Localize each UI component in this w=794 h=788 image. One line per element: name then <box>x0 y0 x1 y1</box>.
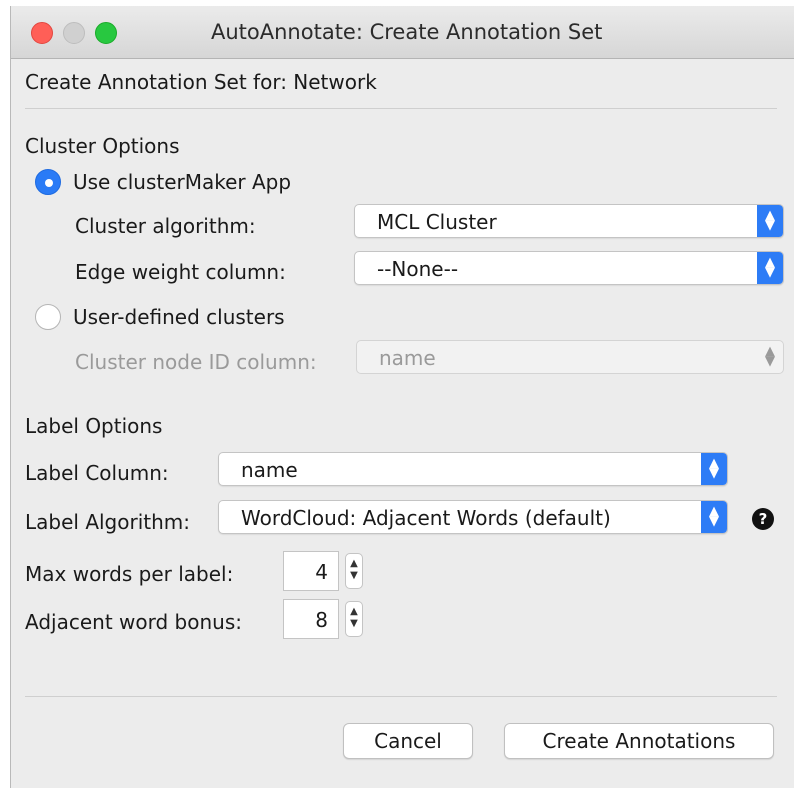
zoom-window-button[interactable] <box>95 22 117 44</box>
up-down-chevron-icon: ▲ ▼ <box>757 205 783 237</box>
cancel-button[interactable]: Cancel <box>343 723 473 759</box>
use-clustermaker-radio[interactable] <box>35 169 61 195</box>
max-words-input[interactable]: 4 <box>283 551 339 591</box>
cluster-algorithm-value: MCL Cluster <box>377 210 497 234</box>
max-words-value: 4 <box>315 560 328 584</box>
up-down-chevron-icon: ▲ ▼ <box>701 453 727 485</box>
minimize-window-button[interactable] <box>63 22 85 44</box>
label-algorithm-label: Label Algorithm: <box>25 510 190 534</box>
label-algorithm-value: WordCloud: Adjacent Words (default) <box>241 506 611 530</box>
edge-weight-label: Edge weight column: <box>75 260 286 284</box>
cluster-algorithm-label: Cluster algorithm: <box>75 214 256 238</box>
dialog-window: AutoAnnotate: Create Annotation Set Crea… <box>10 6 794 788</box>
label-options-heading: Label Options <box>25 414 163 438</box>
user-defined-clusters-label[interactable]: User-defined clusters <box>73 305 285 329</box>
up-down-chevron-icon: ▲ ▼ <box>701 501 727 533</box>
close-window-button[interactable] <box>31 22 53 44</box>
label-column-select[interactable]: name ▲ ▼ <box>218 452 728 486</box>
adjacent-bonus-label: Adjacent word bonus: <box>25 610 242 634</box>
header-divider <box>25 108 777 109</box>
max-words-stepper[interactable]: ▲ ▼ <box>345 553 363 589</box>
edge-weight-value: --None-- <box>377 257 459 281</box>
title-bar: AutoAnnotate: Create Annotation Set <box>11 6 794 59</box>
cluster-node-id-label: Cluster node ID column: <box>75 350 317 374</box>
window-title: AutoAnnotate: Create Annotation Set <box>211 20 603 44</box>
edge-weight-select[interactable]: --None-- ▲ ▼ <box>354 251 784 285</box>
up-down-chevron-icon: ▲ ▼ <box>757 252 783 284</box>
adjacent-bonus-value: 8 <box>315 608 328 632</box>
up-down-chevron-icon: ▲ ▼ <box>765 344 775 369</box>
radio-selected-dot <box>45 179 53 187</box>
dialog-header: Create Annotation Set for: Network <box>25 70 377 94</box>
user-defined-clusters-radio[interactable] <box>35 304 61 330</box>
label-column-value: name <box>241 458 298 482</box>
use-clustermaker-label[interactable]: Use clusterMaker App <box>73 170 291 194</box>
question-circle-icon[interactable]: ? <box>752 508 774 530</box>
cluster-options-heading: Cluster Options <box>25 134 180 158</box>
footer-divider <box>25 696 777 697</box>
adjacent-bonus-input[interactable]: 8 <box>283 599 339 639</box>
max-words-label: Max words per label: <box>25 562 234 586</box>
adjacent-bonus-stepper[interactable]: ▲ ▼ <box>345 601 363 637</box>
label-column-label: Label Column: <box>25 461 169 485</box>
create-annotations-button[interactable]: Create Annotations <box>504 723 774 759</box>
label-algorithm-select[interactable]: WordCloud: Adjacent Words (default) ▲ ▼ <box>218 500 728 534</box>
cluster-node-id-value: name <box>379 346 436 370</box>
cluster-node-id-select: name ▲ ▼ <box>356 340 784 374</box>
cluster-algorithm-select[interactable]: MCL Cluster ▲ ▼ <box>354 204 784 238</box>
